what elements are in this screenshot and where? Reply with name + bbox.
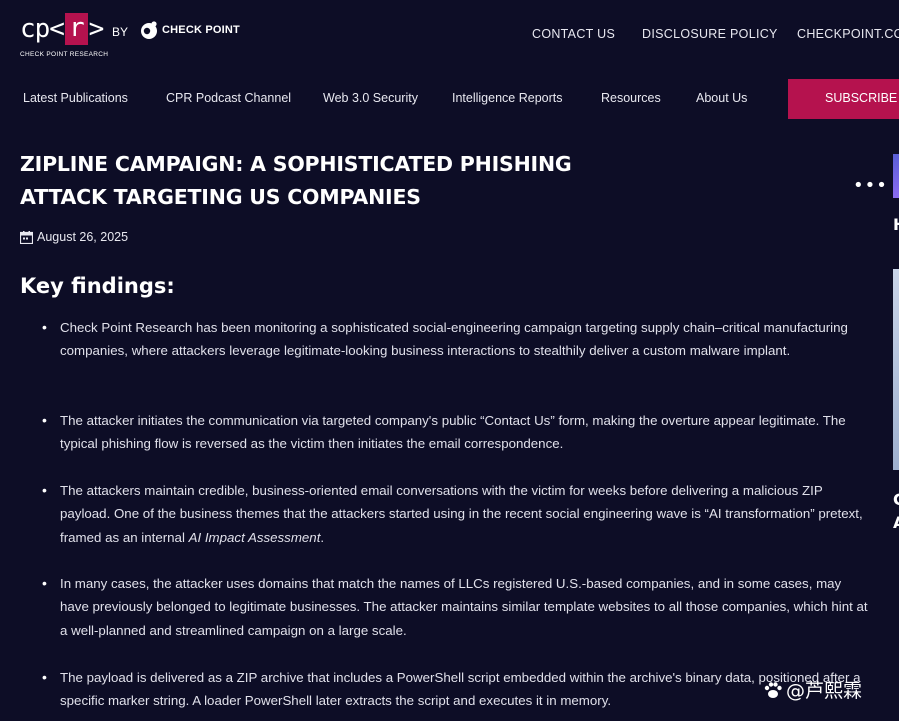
check-point-logo-icon xyxy=(141,21,157,39)
contact-us-link[interactable]: CONTACT US xyxy=(532,27,615,41)
watermark: @芦熙霖 xyxy=(762,676,862,703)
sidebar-heading[interactable]: C A xyxy=(893,488,899,534)
main-nav: Latest Publications CPR Podcast Channel … xyxy=(0,79,899,119)
nav-item-cpr-podcast-channel[interactable]: CPR Podcast Channel xyxy=(166,91,291,105)
subscribe-button[interactable]: SUBSCRIBE xyxy=(788,79,899,119)
sidebar-heading-line: C xyxy=(893,490,899,509)
calendar-icon xyxy=(20,230,33,244)
cpr-logo-mark: cp< r > xyxy=(20,13,104,45)
bullet: • xyxy=(42,319,47,335)
sidebar-thumbnail[interactable] xyxy=(893,154,899,198)
nav-item-web3-security[interactable]: Web 3.0 Security xyxy=(323,91,418,105)
sidebar-heading[interactable]: H xyxy=(893,215,899,234)
key-findings-heading: Key findings: xyxy=(20,274,175,298)
finding-text: The attacker initiates the communication… xyxy=(60,413,846,452)
by-label: BY xyxy=(112,25,129,39)
list-item: • The attacker initiates the communicati… xyxy=(40,409,870,456)
list-item: • The payload is delivered as a ZIP arch… xyxy=(40,666,870,713)
sidebar-heading-line: A xyxy=(893,511,899,534)
list-item: • In many cases, the attacker uses domai… xyxy=(40,572,870,642)
finding-text: In many cases, the attacker uses domains… xyxy=(60,576,868,638)
article-date: August 26, 2025 xyxy=(20,230,128,244)
bullet: • xyxy=(42,669,47,685)
check-point-logo-text: CHECK POINT xyxy=(162,24,240,36)
cpr-logo-subtitle: CHECK POINT RESEARCH xyxy=(20,51,109,58)
list-item: • The attackers maintain credible, busin… xyxy=(40,479,870,549)
bullet: • xyxy=(42,412,47,428)
finding-text: The payload is delivered as a ZIP archiv… xyxy=(60,670,861,709)
article-date-text: August 26, 2025 xyxy=(37,230,129,244)
check-point-logo[interactable]: CHECK POINT xyxy=(139,20,240,40)
sidebar-thumbnail[interactable] xyxy=(893,269,899,470)
bullet: • xyxy=(42,482,47,498)
nav-item-resources[interactable]: Resources xyxy=(601,91,661,105)
checkpoint-com-link[interactable]: CHECKPOINT.COM xyxy=(797,27,899,41)
bullet: • xyxy=(42,575,47,591)
finding-emphasis: AI Impact Assessment xyxy=(188,529,321,545)
finding-tail: . xyxy=(320,529,325,545)
finding-text: Check Point Research has been monitoring… xyxy=(60,320,848,359)
paw-icon xyxy=(764,681,782,698)
list-item: • Check Point Research has been monitori… xyxy=(40,316,870,363)
article-title: ZIPLINE CAMPAIGN: A SOPHISTICATED PHISHI… xyxy=(20,152,572,209)
nav-item-intelligence-reports[interactable]: Intelligence Reports xyxy=(452,91,562,105)
nav-item-latest-publications[interactable]: Latest Publications xyxy=(23,91,128,105)
nav-item-about-us[interactable]: About Us xyxy=(696,91,747,105)
cpr-logo[interactable]: cp< r > CHECK POINT RESEARCH xyxy=(20,12,109,58)
more-horizontal-icon[interactable]: ••• xyxy=(853,175,888,196)
top-header: cp< r > CHECK POINT RESEARCH BY CHECK POIN… xyxy=(0,0,899,70)
finding-text: The attackers maintain credible, busines… xyxy=(60,483,863,545)
watermark-text: @芦熙霖 xyxy=(786,680,863,702)
disclosure-policy-link[interactable]: DISCLOSURE POLICY xyxy=(642,27,778,41)
